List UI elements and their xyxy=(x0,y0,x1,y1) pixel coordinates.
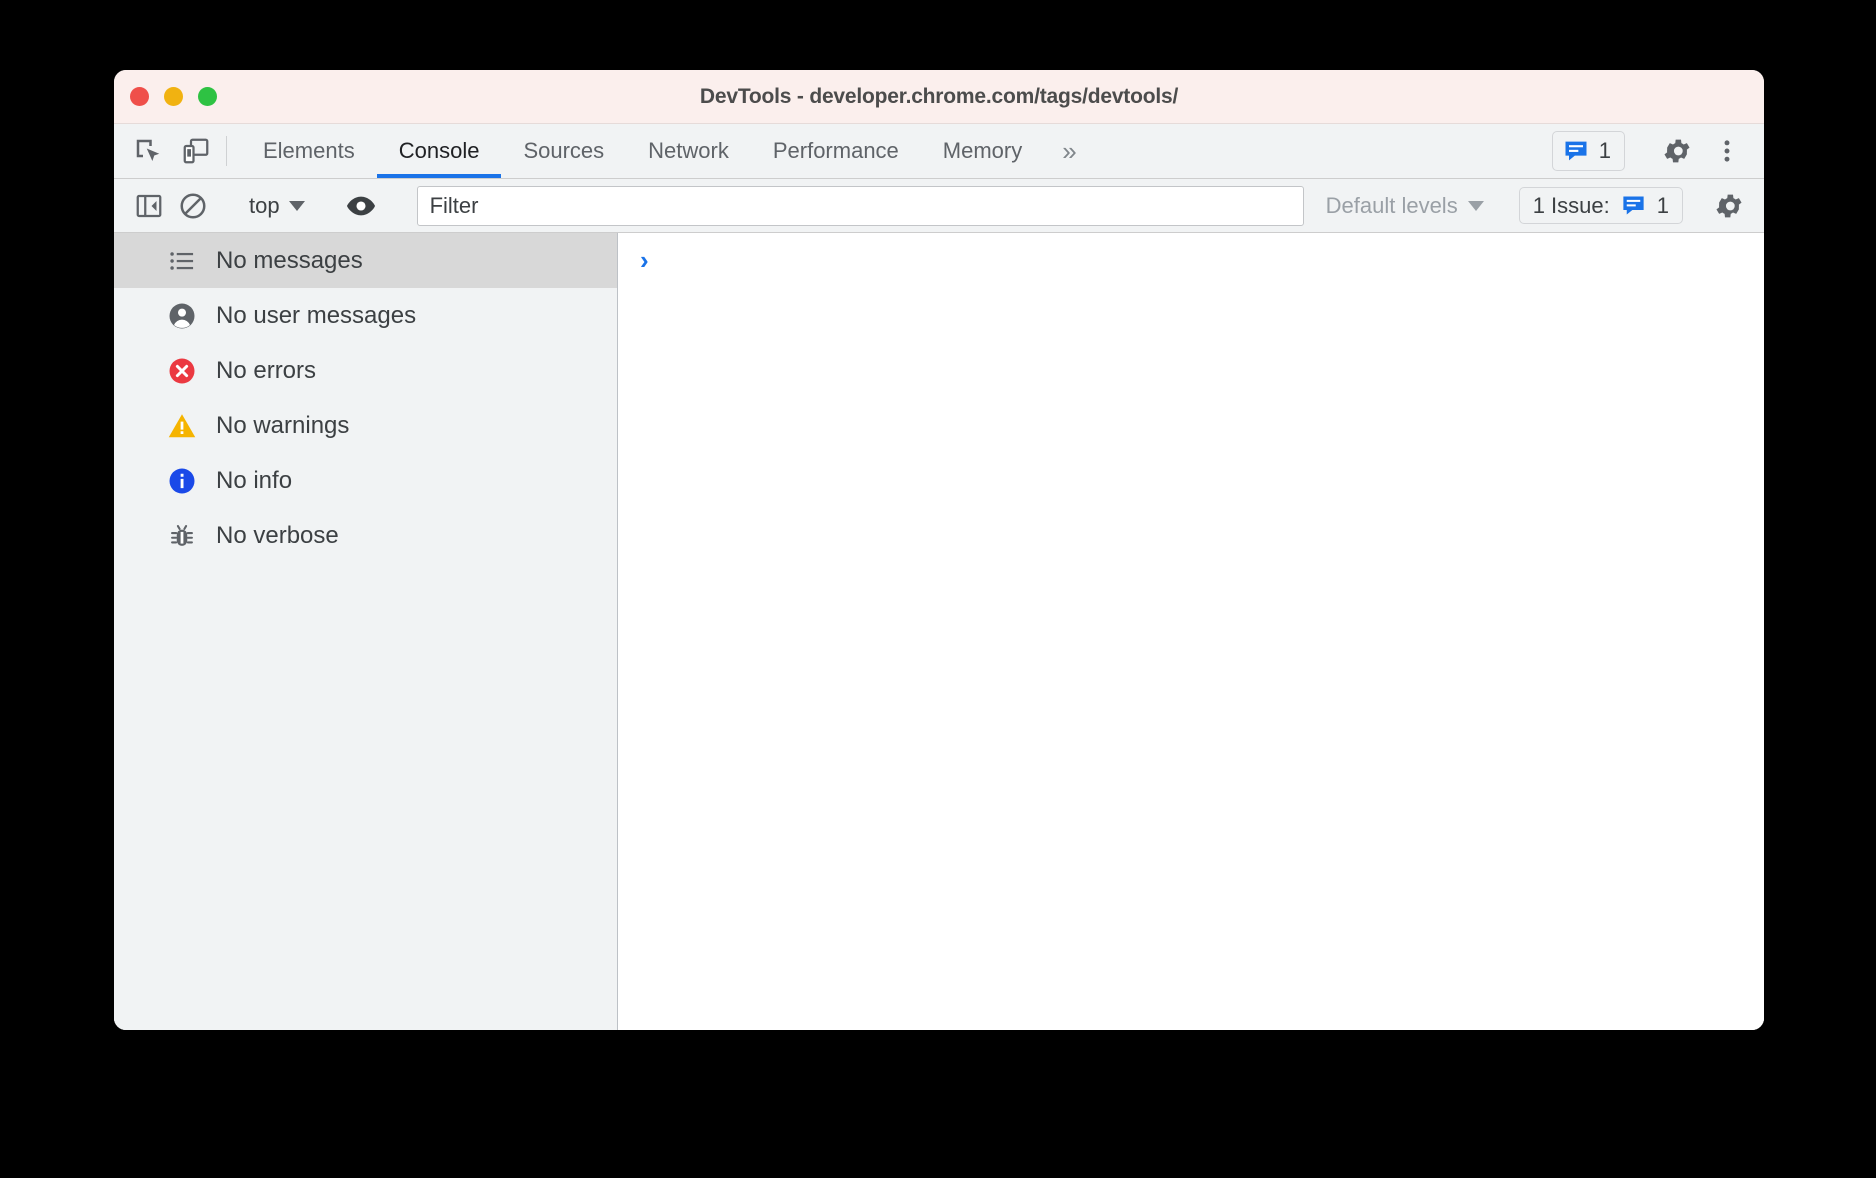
sidebar-item-warnings[interactable]: No warnings xyxy=(114,398,617,453)
execution-context-selector[interactable]: top xyxy=(239,189,315,223)
devtools-main-toolbar: Elements Console Sources Network Perform… xyxy=(114,124,1764,179)
eye-icon[interactable] xyxy=(340,185,382,227)
user-icon xyxy=(166,300,198,332)
console-message-area[interactable]: › xyxy=(618,233,1764,1030)
console-body: No messages No user messages xyxy=(114,233,1764,1030)
window-titlebar: DevTools - developer.chrome.com/tags/dev… xyxy=(114,70,1764,124)
window-traffic-lights xyxy=(130,87,217,106)
list-icon xyxy=(166,245,198,277)
issues-counter-label: 1 Issue: xyxy=(1533,193,1610,219)
console-prompt-row[interactable]: › xyxy=(640,247,1764,281)
sidebar-item-info[interactable]: No info xyxy=(114,453,617,508)
issues-badge-button[interactable]: 1 xyxy=(1552,131,1625,171)
sidebar-item-label: No verbose xyxy=(216,522,339,550)
sidebar-item-label: No user messages xyxy=(216,302,416,330)
clear-console-icon[interactable] xyxy=(172,185,214,227)
device-toolbar-icon[interactable] xyxy=(176,131,216,171)
sidebar-item-user-messages[interactable]: No user messages xyxy=(114,288,617,343)
issues-counter-count: 1 xyxy=(1657,193,1669,219)
gear-icon[interactable] xyxy=(1654,128,1700,174)
sidebar-item-label: No errors xyxy=(216,357,316,385)
window-title: DevTools - developer.chrome.com/tags/dev… xyxy=(114,85,1764,109)
panel-tabs: Elements Console Sources Network Perform… xyxy=(241,124,1095,178)
tab-elements[interactable]: Elements xyxy=(241,124,377,178)
inspect-element-icon[interactable] xyxy=(128,131,168,171)
tab-console[interactable]: Console xyxy=(377,124,502,178)
sidebar-item-label: No warnings xyxy=(216,412,349,440)
filter-input[interactable] xyxy=(417,186,1304,226)
tab-memory[interactable]: Memory xyxy=(921,124,1044,178)
error-circle-icon xyxy=(166,355,198,387)
tab-sources[interactable]: Sources xyxy=(501,124,626,178)
more-tabs-icon[interactable]: » xyxy=(1044,124,1094,178)
gear-icon[interactable] xyxy=(1708,185,1750,227)
issues-message-icon xyxy=(1562,137,1590,165)
close-window-button[interactable] xyxy=(130,87,149,106)
sidebar-item-label: No info xyxy=(216,467,292,495)
screenshot-root: DevTools - developer.chrome.com/tags/dev… xyxy=(0,0,1876,1178)
console-prompt-caret-icon: › xyxy=(640,247,649,273)
maximize-window-button[interactable] xyxy=(198,87,217,106)
kebab-menu-icon[interactable] xyxy=(1704,128,1750,174)
console-filter-toolbar: top Default levels 1 Issue: xyxy=(114,179,1764,233)
sidebar-item-verbose[interactable]: No verbose xyxy=(114,508,617,563)
show-console-sidebar-icon[interactable] xyxy=(128,185,170,227)
sidebar-item-messages[interactable]: No messages xyxy=(114,233,617,288)
log-levels-selector[interactable]: Default levels xyxy=(1316,189,1494,223)
issues-message-icon xyxy=(1620,192,1647,219)
tab-performance[interactable]: Performance xyxy=(751,124,921,178)
toolbar-right-group: 1 xyxy=(1552,124,1764,178)
warning-triangle-icon xyxy=(166,410,198,442)
minimize-window-button[interactable] xyxy=(164,87,183,106)
sidebar-item-errors[interactable]: No errors xyxy=(114,343,617,398)
bug-icon xyxy=(166,520,198,552)
issues-counter-button[interactable]: 1 Issue: 1 xyxy=(1519,187,1683,224)
toolbar-divider xyxy=(226,136,227,166)
console-sidebar: No messages No user messages xyxy=(114,233,618,1030)
sidebar-item-label: No messages xyxy=(216,247,363,275)
chevron-down-icon xyxy=(289,201,305,211)
tab-network[interactable]: Network xyxy=(626,124,751,178)
devtools-window: DevTools - developer.chrome.com/tags/dev… xyxy=(114,70,1764,1030)
info-circle-icon xyxy=(166,465,198,497)
toolbar-left-icons xyxy=(114,124,216,178)
chevron-down-icon xyxy=(1468,201,1484,211)
log-levels-label: Default levels xyxy=(1326,193,1458,219)
execution-context-label: top xyxy=(249,193,280,219)
issues-badge-count: 1 xyxy=(1599,138,1611,164)
